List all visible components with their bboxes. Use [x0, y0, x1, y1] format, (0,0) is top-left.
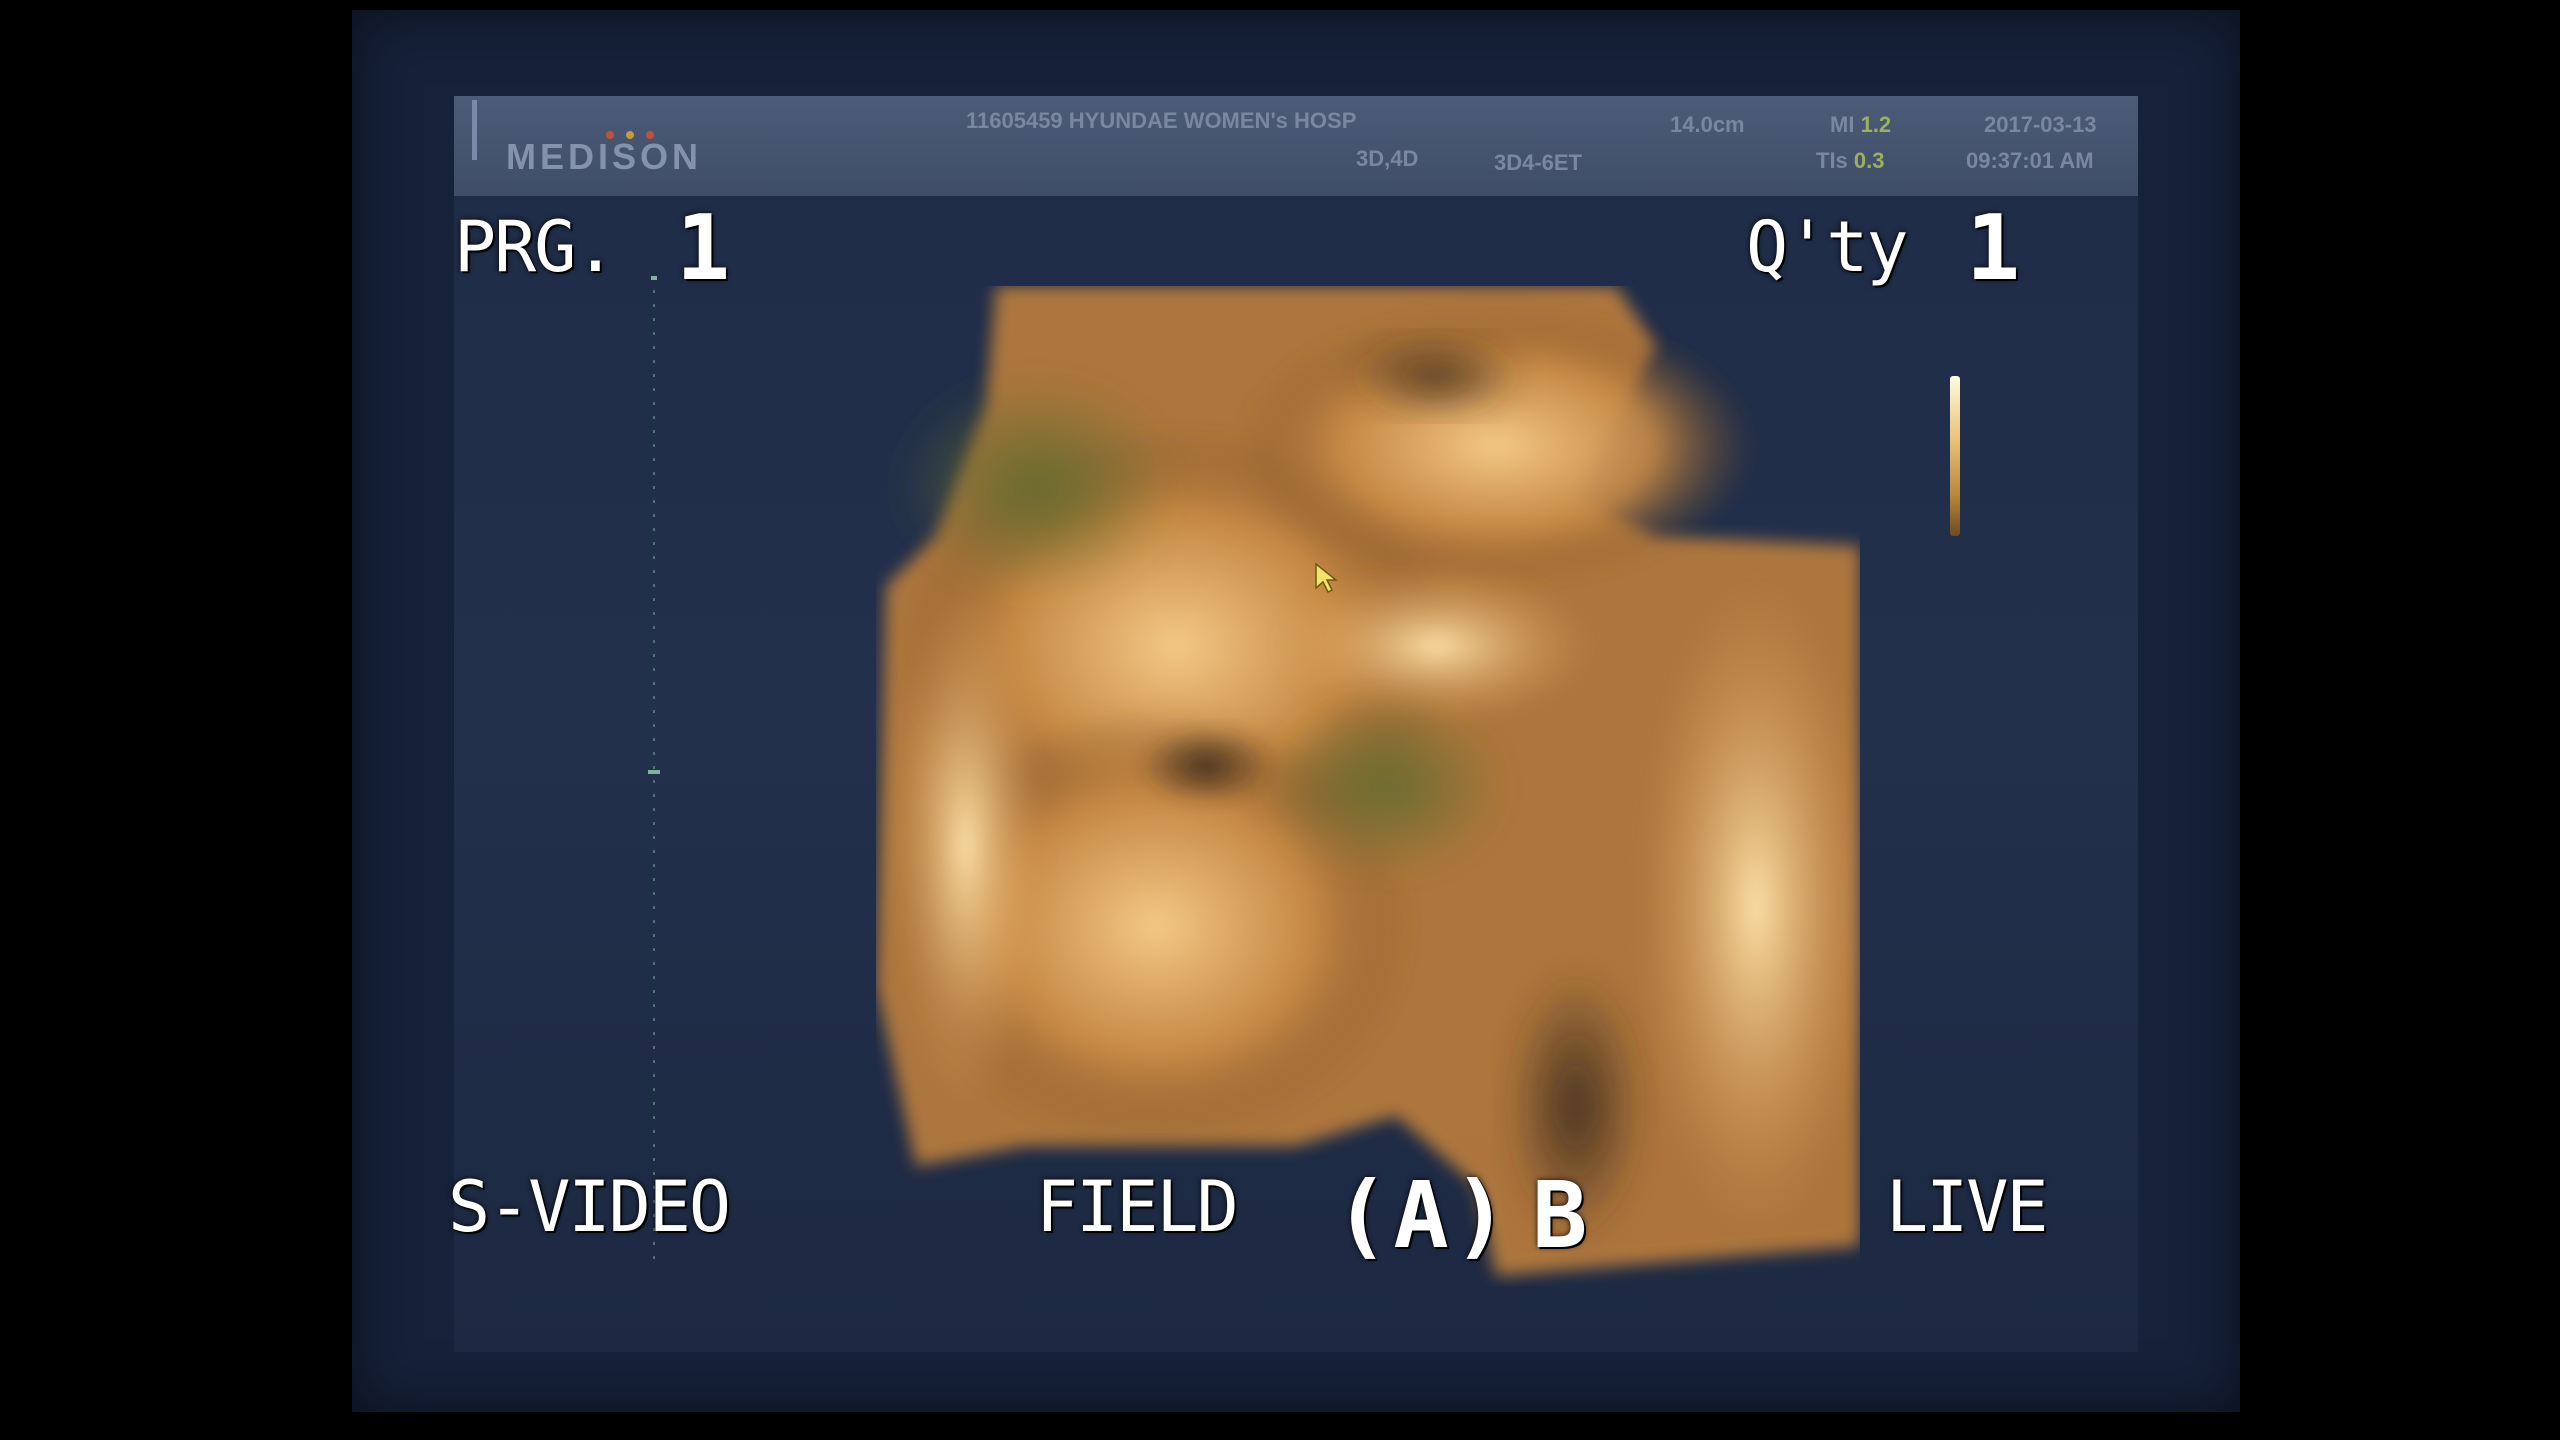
- brand-dots-icon: [606, 124, 686, 139]
- prg-label: PRG.: [454, 206, 617, 288]
- monitor-frame: MEDISON 11605459 HYUNDAE WOMEN's HOSP 3D…: [352, 10, 2240, 1412]
- field-option-b[interactable]: B: [1532, 1162, 1591, 1269]
- field-label: FIELD: [1036, 1166, 1239, 1248]
- depth-tick: [651, 276, 657, 280]
- live-status-label: LIVE: [1886, 1166, 2049, 1248]
- header-info-bar: MEDISON 11605459 HYUNDAE WOMEN's HOSP 3D…: [454, 96, 2138, 196]
- qty-label: Q'ty: [1746, 206, 1909, 288]
- header-edge-accent: [472, 100, 477, 160]
- field-option-a[interactable]: (A): [1334, 1162, 1512, 1269]
- tis-readout: TIs 0.3: [1816, 148, 1885, 174]
- gray-scale-bar-icon: [1950, 376, 1960, 536]
- render-shadow-green-1: [896, 376, 1176, 596]
- render-dark-spot: [1136, 726, 1276, 806]
- depth-tick-mid: [648, 770, 660, 774]
- tis-label: TIs: [1816, 148, 1848, 173]
- qty-value: 1: [1966, 196, 2021, 301]
- depth-text: 14.0cm: [1670, 112, 1745, 137]
- render-highlight-3: [1276, 566, 1596, 726]
- mi-value: 1.2: [1860, 112, 1892, 137]
- patient-hospital-text: 11605459 HYUNDAE WOMEN's HOSP: [966, 108, 1357, 133]
- mi-label: MI: [1830, 112, 1855, 137]
- render-shadow-green-2: [1266, 696, 1506, 876]
- brand-logo: MEDISON: [506, 136, 703, 177]
- mode-text: 3D,4D: [1356, 146, 1419, 171]
- ultrasound-screen: MEDISON 11605459 HYUNDAE WOMEN's HOSP 3D…: [448, 96, 2138, 1352]
- prg-value: 1: [676, 196, 731, 301]
- render-highlight-6: [886, 586, 1046, 1106]
- depth-ruler-icon: [648, 276, 660, 1266]
- mi-readout: MI 1.2: [1830, 112, 1891, 138]
- volume-render-image: [876, 286, 1860, 1276]
- tis-value: 0.3: [1853, 148, 1885, 173]
- video-source-label: S-VIDEO: [448, 1166, 731, 1248]
- time-text: 09:37:01 AM: [1966, 148, 2094, 173]
- ultrasound-volume-render: [876, 286, 1860, 1286]
- render-dark-top: [1346, 336, 1526, 416]
- date-text: 2017-03-13: [1984, 112, 2097, 137]
- probe-text: 3D4-6ET: [1494, 150, 1583, 175]
